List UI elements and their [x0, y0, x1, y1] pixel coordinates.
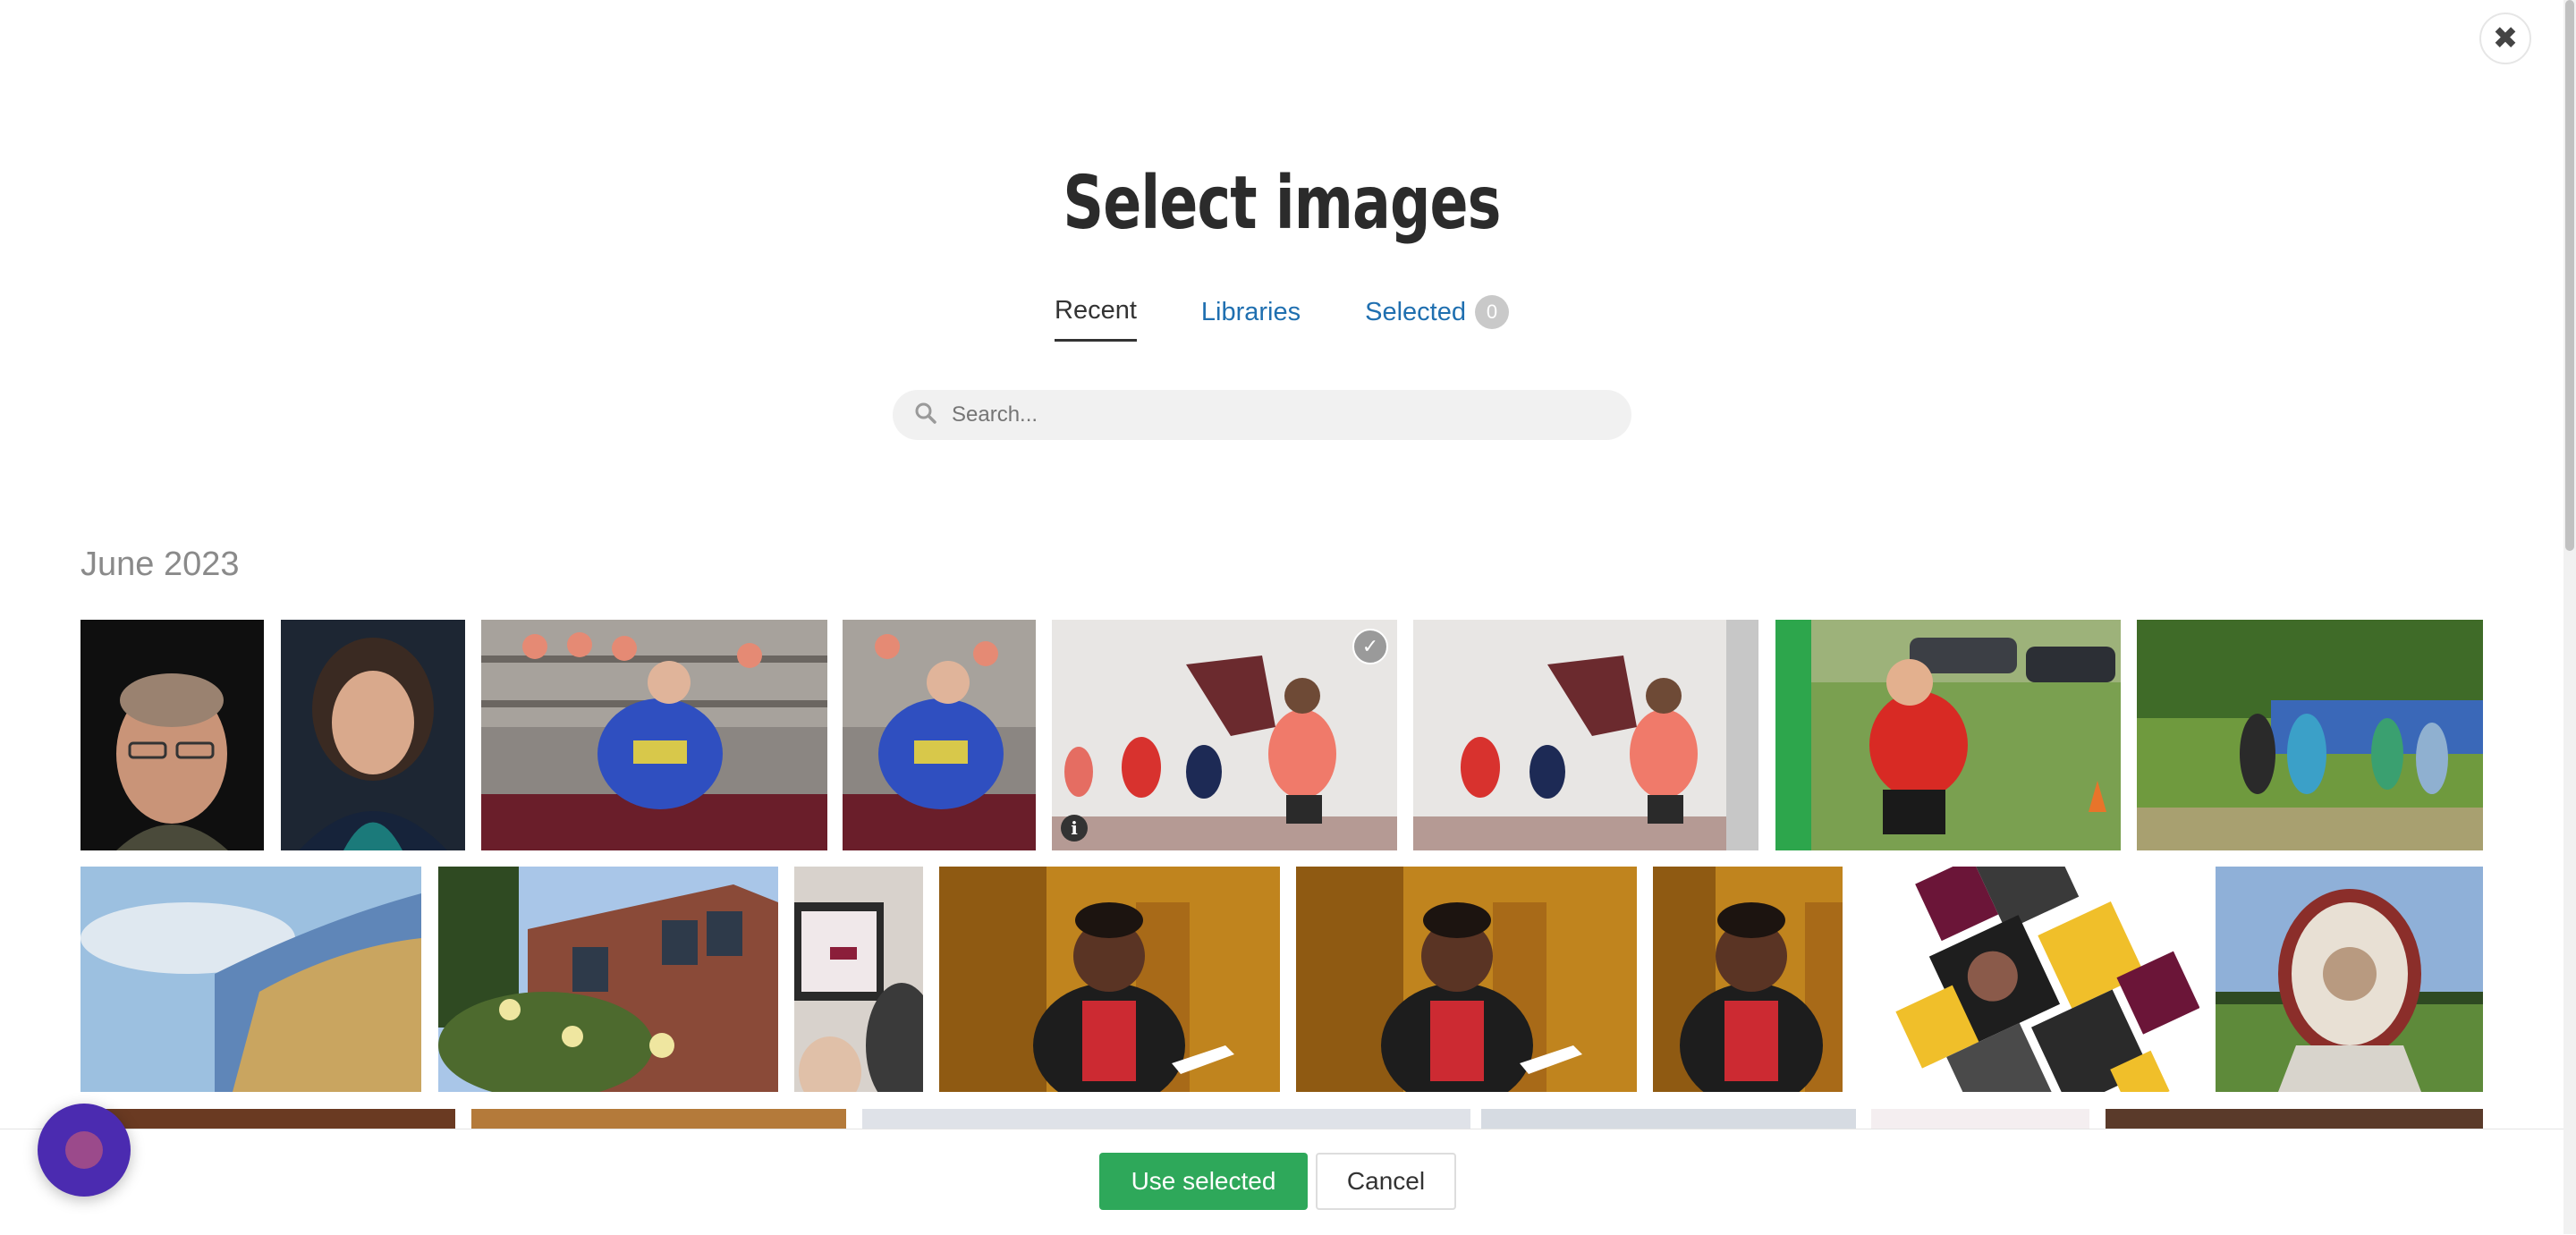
search-bar[interactable] [893, 390, 1631, 440]
image-thumbnail[interactable] [1871, 1109, 2089, 1129]
tab-label: Libraries [1200, 297, 1301, 326]
image-thumbnail[interactable] [1859, 867, 2199, 1092]
info-icon[interactable]: i [1061, 815, 1088, 842]
search-icon [914, 402, 937, 429]
image-thumbnail[interactable] [80, 620, 264, 850]
tab-selected[interactable]: Selected 0 [1365, 295, 1509, 342]
image-thumbnail[interactable] [2137, 620, 2483, 850]
tab-recent[interactable]: Recent [1055, 295, 1137, 342]
page-title: Select images [1063, 161, 1501, 246]
tab-bar: Recent Libraries Selected 0 [0, 295, 2563, 342]
image-thumbnail[interactable] [1653, 867, 1843, 1092]
image-thumbnail[interactable] [1481, 1109, 1856, 1129]
tab-label: Recent [1055, 296, 1137, 325]
image-thumbnail[interactable] [80, 867, 421, 1092]
image-thumbnail[interactable] [794, 867, 923, 1092]
image-thumbnail[interactable] [2106, 1109, 2483, 1129]
image-thumbnail[interactable] [281, 620, 465, 850]
image-thumbnail[interactable] [862, 1109, 1470, 1129]
image-thumbnail[interactable] [1296, 867, 1637, 1092]
image-thumbnail[interactable] [481, 620, 827, 850]
image-thumbnail[interactable] [843, 620, 1036, 850]
close-button[interactable]: ✖ [2479, 13, 2531, 64]
use-selected-button[interactable]: Use selected [1099, 1153, 1308, 1210]
search-input[interactable] [950, 402, 1580, 428]
image-thumbnail[interactable] [80, 1109, 455, 1129]
chat-icon [65, 1131, 103, 1169]
scrollbar-thumb[interactable] [2565, 0, 2574, 551]
tab-libraries[interactable]: Libraries [1201, 295, 1301, 342]
month-heading: June 2023 [80, 546, 240, 583]
selected-count-badge: 0 [1474, 295, 1509, 329]
image-thumbnail[interactable] [471, 1109, 846, 1129]
image-thumbnail[interactable] [438, 867, 778, 1092]
close-icon: ✖ [2492, 21, 2519, 55]
image-thumbnail[interactable] [2216, 867, 2483, 1092]
tab-label: Selected [1365, 297, 1466, 326]
image-thumbnail[interactable] [939, 867, 1280, 1092]
cancel-button[interactable]: Cancel [1316, 1153, 1456, 1210]
check-icon[interactable]: ✓ [1352, 629, 1388, 664]
image-thumbnail[interactable]: ✓ i [1052, 620, 1397, 850]
chat-widget-button[interactable] [38, 1104, 131, 1197]
image-thumbnail[interactable] [1413, 620, 1758, 850]
image-thumbnail[interactable] [1775, 620, 2121, 850]
